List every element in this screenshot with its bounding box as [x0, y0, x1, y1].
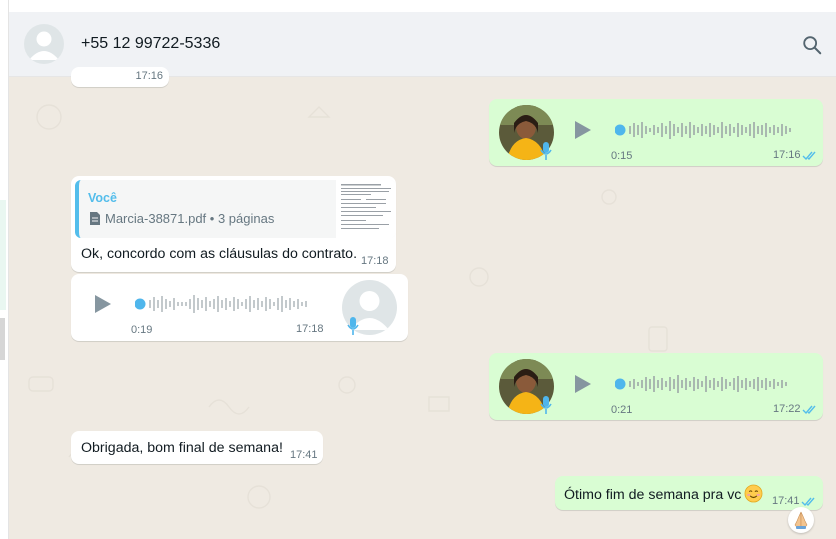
document-icon: [90, 212, 100, 225]
quoted-file-name: Marcia-38871.pdf • 3 páginas: [105, 211, 275, 226]
microphone-icon: [540, 142, 552, 160]
top-spacer: [9, 0, 836, 12]
search-icon[interactable]: [801, 34, 823, 56]
smiling-face-icon: [744, 484, 763, 503]
incoming-voice-message[interactable]: 0:19 17:18: [71, 274, 408, 341]
message-time: 17:18: [361, 255, 389, 267]
message-time: 17:41: [772, 495, 800, 507]
previous-message-bubble[interactable]: 17:16: [71, 67, 169, 87]
message-time: 17:41: [290, 449, 318, 461]
incoming-reply-message[interactable]: Você Marcia-38871.pdf • 3 páginas Ok, co…: [71, 176, 396, 272]
contact-avatar[interactable]: [24, 24, 64, 64]
message-text: Obrigada, bom final de semana!: [81, 440, 283, 456]
chat-window: +55 12 99722-5336 17:16 0:15 17:16 Você …: [8, 0, 836, 539]
audio-waveform[interactable]: [135, 293, 325, 315]
selected-chat-edge: [0, 200, 6, 310]
message-list[interactable]: 17:16 0:15 17:16 Você Marcia-38871.pdf •…: [9, 67, 836, 539]
message-time: 17:18: [296, 323, 324, 335]
left-panel-edge: [0, 0, 8, 539]
audio-duration: 0:19: [131, 324, 153, 336]
document-thumbnail: [336, 180, 396, 238]
scrollbar-edge: [0, 318, 5, 360]
message-text: Ótimo fim de semana pra vc: [564, 487, 742, 503]
audio-duration: 0:21: [611, 404, 633, 416]
audio-waveform[interactable]: [615, 373, 805, 395]
play-icon[interactable]: [91, 293, 113, 315]
outgoing-voice-message[interactable]: 0:15 17:16: [489, 99, 823, 166]
read-ticks-icon: [801, 497, 815, 507]
message-time: 17:16: [135, 70, 163, 82]
default-avatar-icon: [29, 31, 59, 60]
read-ticks-icon: [802, 151, 816, 161]
read-ticks-icon: [802, 405, 816, 415]
play-icon[interactable]: [571, 119, 593, 141]
quote-author: Você: [88, 191, 117, 205]
message-text-line: Ótimo fim de semana pra vc: [564, 484, 763, 503]
microphone-icon: [347, 317, 359, 335]
contact-name[interactable]: +55 12 99722-5336: [81, 35, 220, 53]
message-reaction[interactable]: [788, 507, 814, 533]
message-time: 17:16: [773, 149, 801, 161]
folded-hands-icon: [794, 511, 808, 529]
message-text: Ok, concordo com as cláusulas do contrat…: [81, 246, 358, 262]
microphone-icon: [540, 396, 552, 414]
outgoing-text-message[interactable]: Ótimo fim de semana pra vc 17:41: [555, 476, 823, 510]
audio-duration: 0:15: [611, 150, 633, 162]
message-time: 17:22: [773, 403, 801, 415]
outgoing-voice-message[interactable]: 0:21 17:22: [489, 353, 823, 420]
audio-waveform[interactable]: [615, 119, 805, 141]
play-icon[interactable]: [571, 373, 593, 395]
incoming-text-message[interactable]: Obrigada, bom final de semana! 17:41: [71, 431, 323, 464]
quoted-document[interactable]: Você Marcia-38871.pdf • 3 páginas: [75, 180, 396, 238]
